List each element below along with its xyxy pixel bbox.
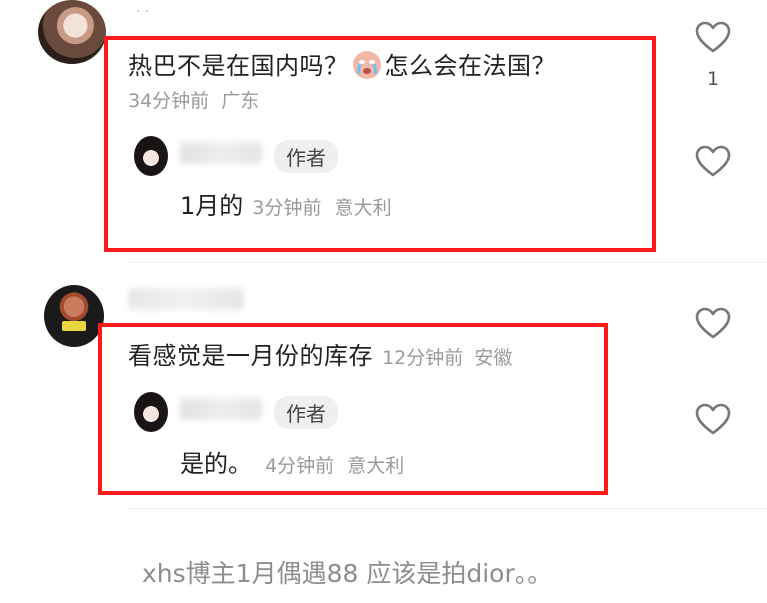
reply-line: 1月的 3分钟前 意大利: [180, 186, 392, 221]
like-heart-icon[interactable]: [694, 306, 732, 340]
like-heart-icon[interactable]: [694, 20, 732, 54]
reply-text: 是的。: [180, 450, 252, 478]
author-badge: 作者: [274, 396, 338, 429]
commenter-username[interactable]: · ·: [136, 4, 149, 20]
reply-location: 意大利: [334, 197, 392, 219]
reply-time: 4分钟前: [265, 455, 335, 477]
author-badge: 作者: [274, 140, 338, 173]
like-count: 1: [706, 68, 720, 90]
like-heart-icon[interactable]: [694, 144, 732, 178]
reply-location: 意大利: [347, 455, 405, 477]
author-avatar[interactable]: [134, 392, 168, 432]
comment-text-part: 怎么会在法国？: [384, 52, 556, 80]
footer-caption: xhs博主1月偶遇88 应该是拍dior。。: [142, 559, 553, 588]
crying-face-emoji-icon: [352, 51, 381, 79]
reply-text: 1月的: [180, 192, 244, 220]
commenter-avatar[interactable]: [38, 0, 106, 64]
comment-line: 看感觉是一月份的库存 12分钟前 安徽: [128, 336, 512, 371]
reply-line: 是的。 4分钟前 意大利: [180, 444, 404, 479]
comment-meta: 34分钟前 广东: [128, 86, 259, 113]
divider: [126, 508, 767, 509]
author-avatar[interactable]: [134, 136, 168, 176]
commenter-avatar[interactable]: [44, 285, 104, 347]
comment-location: 安徽: [474, 347, 513, 369]
comment-text: 看感觉是一月份的库存: [128, 342, 373, 370]
comment-text: 热巴不是在国内吗？ 怎么会在法国？: [128, 46, 556, 81]
author-username-blurred[interactable]: [180, 142, 262, 164]
comment-time: 12分钟前: [382, 347, 464, 369]
like-heart-icon[interactable]: [694, 402, 732, 436]
commenter-username-blurred[interactable]: [128, 288, 244, 310]
author-username-blurred[interactable]: [180, 398, 262, 420]
reply-time: 3分钟前: [252, 197, 322, 219]
divider: [126, 262, 767, 263]
comment-time: 34分钟前: [128, 90, 210, 112]
comment-text-part: 热巴不是在国内吗？: [128, 52, 349, 80]
comment-location: 广东: [221, 90, 260, 112]
